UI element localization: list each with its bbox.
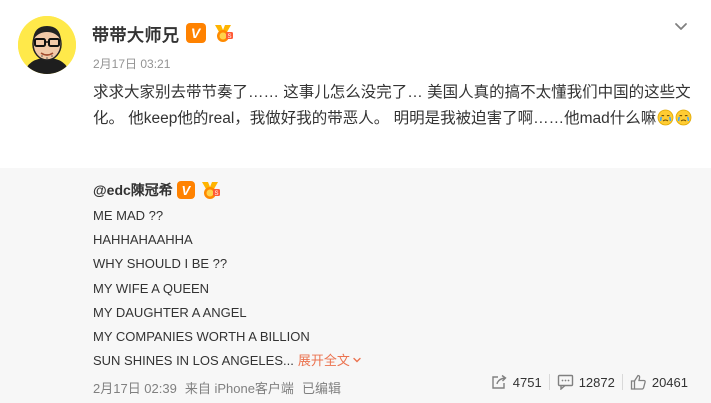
expand-full-text-link[interactable]: 展开全文 (298, 353, 362, 368)
repost-text: ME MAD ?? HAHHAHAAHHA WHY SHOULD I BE ??… (93, 204, 362, 373)
author-header: 带带大师兄 V S (92, 21, 234, 46)
repost-timestamp[interactable]: 2月17日 02:39 (93, 378, 177, 397)
repost-line-last: SUN SHINES IN LOS ANGELES... 展开全文 (93, 349, 362, 373)
post-text: 求求大家别去带节奏了…… 这事儿怎么没完了… 美国人真的搞不太懂我们中国的这些文… (93, 84, 691, 127)
repost-author-link[interactable]: @edc陳冠希 (93, 180, 173, 200)
comment-count: 12872 (578, 374, 615, 390)
like-button[interactable]: 20461 (623, 374, 695, 390)
weibo-post-card: 带带大师兄 V S 2月17日 03:21 求求大家别去带节奏了…… 这事儿怎么… (0, 0, 711, 403)
expand-label: 展开全文 (297, 353, 350, 369)
comment-button[interactable]: 12872 (550, 374, 622, 390)
chevron-down-icon[interactable] (673, 18, 689, 34)
repost-source: 来自 iPhone客户端 (184, 381, 294, 396)
repost-count: 4751 (512, 374, 542, 390)
crying-emoji-icon (657, 109, 674, 126)
verified-badge-icon: V (176, 181, 195, 199)
author-avatar[interactable] (18, 16, 76, 74)
medal-badge-icon: S (199, 180, 221, 200)
crying-emoji-icon (675, 109, 692, 126)
repost-line: MY COMPANIES WORTH A BILLION (93, 328, 310, 344)
repost-button[interactable]: 4751 (484, 374, 549, 390)
edited-label[interactable]: 已编辑 (302, 378, 341, 397)
post-content: 求求大家别去带节奏了…… 这事儿怎么没完了… 美国人真的搞不太懂我们中国的这些文… (93, 80, 693, 132)
post-timestamp[interactable]: 2月17日 03:21 (93, 55, 170, 72)
repost-line: MY DAUGHTER A ANGEL (93, 304, 247, 320)
repost-line: WHY SHOULD I BE ?? (93, 256, 228, 272)
repost-meta: 2月17日 02:39 来自 iPhone客户端 已编辑 (93, 378, 341, 397)
repost-line-text: SUN SHINES IN LOS ANGELES... (93, 353, 294, 369)
share-icon (492, 374, 507, 389)
comment-icon (557, 374, 573, 390)
thumbs-up-icon (630, 374, 646, 390)
repost-header: @edc陳冠希 V S (93, 180, 221, 200)
author-name[interactable]: 带带大师兄 (92, 21, 180, 46)
action-bar: 4751 12872 20461 (484, 374, 695, 390)
svg-text:S: S (214, 191, 218, 197)
repost-line: HAHHAHAAHHA (93, 232, 193, 248)
reposted-content: @edc陳冠希 V S ME MAD ?? HAHHAHAAHHA WHY SH… (0, 168, 711, 403)
chevron-down-icon (352, 349, 362, 363)
medal-badge-icon: S (212, 23, 234, 43)
svg-text:S: S (227, 34, 231, 40)
repost-line: ME MAD ?? (93, 208, 164, 223)
like-count: 20461 (651, 374, 688, 390)
repost-line: MY WIFE A QUEEN (93, 280, 210, 296)
verified-badge-icon: V (185, 23, 206, 43)
